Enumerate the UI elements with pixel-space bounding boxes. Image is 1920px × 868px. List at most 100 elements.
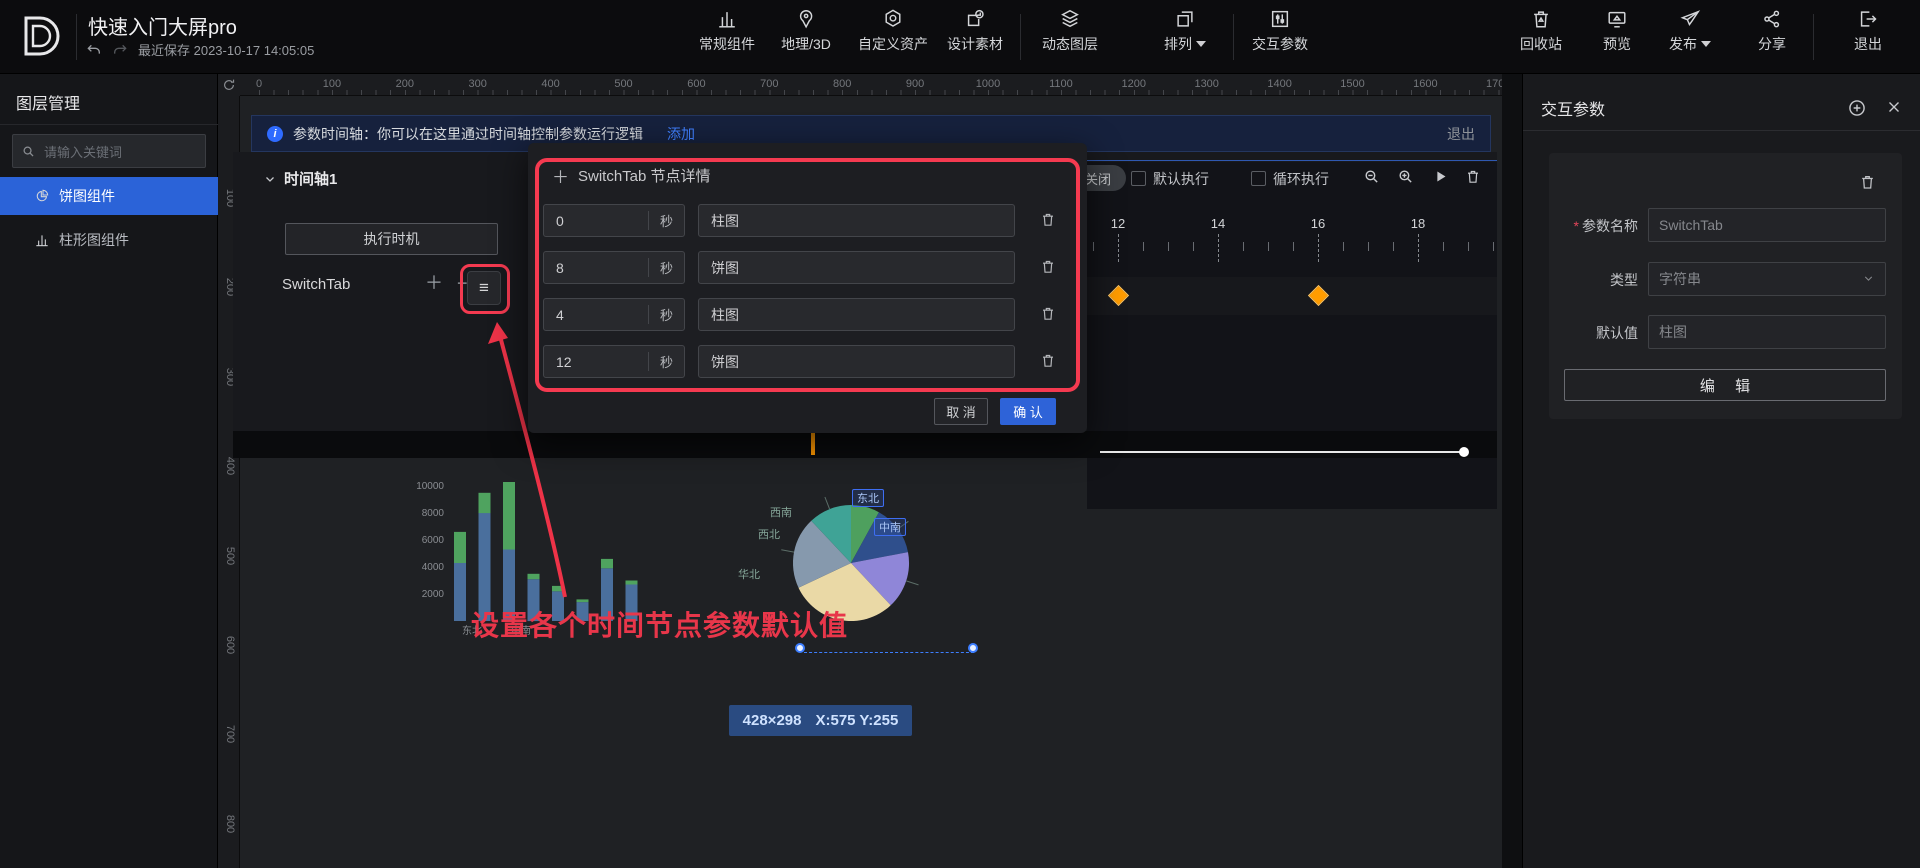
delete-node-icon[interactable]: [1040, 211, 1056, 228]
playhead-marker[interactable]: [811, 433, 815, 455]
node-time-value: 8: [544, 260, 648, 276]
layer-item-pie[interactable]: 饼图组件: [0, 177, 218, 215]
layer-search-input[interactable]: 请输入关键词: [12, 134, 206, 168]
toolbar-item-share[interactable]: 分享: [1758, 8, 1786, 54]
param-field-row: 默认值 柱图: [1549, 315, 1902, 349]
toolbar-item-design-asset[interactable]: 设计素材: [947, 8, 1003, 54]
minus-icon[interactable]: −: [457, 274, 468, 292]
divider: [1523, 130, 1920, 131]
node-menu-button[interactable]: ≡: [467, 271, 501, 305]
toolbar-item-arrange[interactable]: 排列: [1164, 8, 1206, 54]
selection-tooltip: 428×298 X:575 Y:255: [729, 705, 912, 736]
node-time-unit: 秒: [648, 211, 684, 230]
svg-text:8000: 8000: [422, 508, 445, 519]
delete-node-icon[interactable]: [1040, 305, 1056, 322]
node-time-input[interactable]: 4 秒: [543, 298, 685, 331]
ruler-tick-label: 1600: [1413, 78, 1437, 90]
toolbar-item-preview[interactable]: 预览: [1603, 8, 1631, 54]
plus-icon[interactable]: ＋: [425, 274, 443, 292]
design-canvas[interactable]: 0100200300400500600700800900100011001200…: [218, 74, 1502, 868]
cancel-button[interactable]: 取 消: [934, 398, 988, 425]
toolbar-item-publish[interactable]: 发布: [1669, 8, 1711, 54]
field-input[interactable]: 柱图: [1648, 315, 1886, 349]
param-field-row: *参数名称 SwitchTab: [1549, 208, 1902, 242]
field-input[interactable]: SwitchTab: [1648, 208, 1886, 242]
default-run-checkbox[interactable]: [1131, 171, 1146, 186]
trash-icon[interactable]: [1465, 168, 1481, 185]
pie-slice-label: 中南: [874, 518, 906, 536]
toolbar-item-map-pin[interactable]: 地理/3D: [781, 8, 831, 54]
ruler-tick-label: 800: [224, 815, 236, 833]
zoom-in-icon[interactable]: [1397, 168, 1414, 185]
refresh-icon[interactable]: [218, 74, 240, 96]
scrollbar-handle[interactable]: [1459, 447, 1469, 457]
selection-size: 428×298: [743, 712, 802, 729]
banner-exit-link[interactable]: 退出: [1447, 124, 1475, 144]
zoom-out-icon[interactable]: [1363, 168, 1380, 185]
node-time-input[interactable]: 12 秒: [543, 345, 685, 378]
toolbar-divider: [1813, 14, 1814, 60]
redo-icon[interactable]: [112, 42, 128, 58]
close-icon[interactable]: [1885, 98, 1903, 116]
toolbar-item-label: 地理/3D: [781, 34, 831, 54]
chevron-down-icon: [264, 173, 276, 185]
delete-param-icon[interactable]: [1859, 173, 1876, 191]
banner-message: 参数时间轴：你可以在这里通过时间轴控制参数运行逻辑: [293, 124, 643, 144]
node-value-input[interactable]: 柱图: [698, 204, 1015, 237]
ruler-tick-label: 1100: [1049, 78, 1073, 90]
timeline-major-tick: [1218, 234, 1219, 262]
ruler-tick-label: 400: [224, 457, 236, 475]
node-value-input[interactable]: 饼图: [698, 345, 1015, 378]
toolbar-item-label: 发布: [1669, 34, 1697, 54]
timeline-scrollbar[interactable]: [1100, 451, 1462, 453]
ruler-tick-label: 900: [906, 78, 924, 90]
share-icon: [1761, 8, 1783, 30]
layer-item-column[interactable]: 柱形图组件: [0, 221, 218, 259]
add-param-icon[interactable]: [1847, 98, 1867, 118]
ruler-tick-label: 500: [224, 546, 236, 564]
timeline-minor-tick: [1443, 242, 1444, 251]
toolbar-item-hexagon[interactable]: 自定义资产: [858, 8, 928, 54]
toolbar-item-recycle-bin[interactable]: 回收站: [1520, 8, 1562, 54]
svg-text:2000: 2000: [422, 589, 445, 600]
bar-chart-icon: [716, 8, 738, 30]
default-run-label: 默认执行: [1153, 169, 1209, 189]
delete-node-icon[interactable]: [1040, 258, 1056, 275]
info-icon: i: [267, 126, 283, 142]
selection-handle[interactable]: [795, 643, 805, 653]
chevron-down-icon: [1862, 272, 1875, 285]
selection-handle[interactable]: [968, 643, 978, 653]
topbar-divider: [76, 14, 77, 60]
toolbar-item-exit[interactable]: 退出: [1854, 8, 1882, 54]
edit-button[interactable]: 编 辑: [1564, 369, 1886, 401]
node-value-text: 柱图: [711, 211, 739, 231]
ruler-tick-label: 1000: [976, 78, 1000, 90]
node-time-input[interactable]: 0 秒: [543, 204, 685, 237]
trigger-timing-button[interactable]: 执行时机: [285, 223, 498, 255]
ruler-tick-label: 1700: [1486, 78, 1502, 90]
confirm-button[interactable]: 确 认: [1000, 398, 1056, 425]
loop-run-checkbox[interactable]: [1251, 171, 1266, 186]
play-icon[interactable]: [1433, 168, 1448, 185]
field-select[interactable]: 字符串: [1648, 262, 1886, 296]
node-time-input[interactable]: 8 秒: [543, 251, 685, 284]
node-value-text: 柱图: [711, 305, 739, 325]
selection-edge: [804, 652, 974, 653]
toolbar-item-bar-chart[interactable]: 常规组件: [699, 8, 755, 54]
timeline-name-row[interactable]: 时间轴1: [264, 168, 337, 189]
canvas-scrollbar[interactable]: [1502, 74, 1522, 868]
recycle-bin-icon: [1530, 8, 1552, 30]
undo-icon[interactable]: [86, 42, 102, 58]
timeline-tick-label: 14: [1211, 216, 1225, 231]
banner-add-link[interactable]: 添加: [667, 124, 695, 144]
app-logo[interactable]: [16, 10, 66, 64]
node-value-input[interactable]: 柱图: [698, 298, 1015, 331]
ruler-horizontal: 0100200300400500600700800900100011001200…: [218, 74, 1502, 96]
toolbar-item-layers[interactable]: 动态图层: [1042, 8, 1098, 54]
dialog-header: ＋ SwitchTab 节点详情: [552, 163, 711, 188]
delete-node-icon[interactable]: [1040, 352, 1056, 369]
ruler-tick-label: 400: [541, 78, 559, 90]
node-value-input[interactable]: 饼图: [698, 251, 1015, 284]
node-time-unit: 秒: [648, 305, 684, 324]
toolbar-item-params[interactable]: 交互参数: [1252, 8, 1308, 54]
